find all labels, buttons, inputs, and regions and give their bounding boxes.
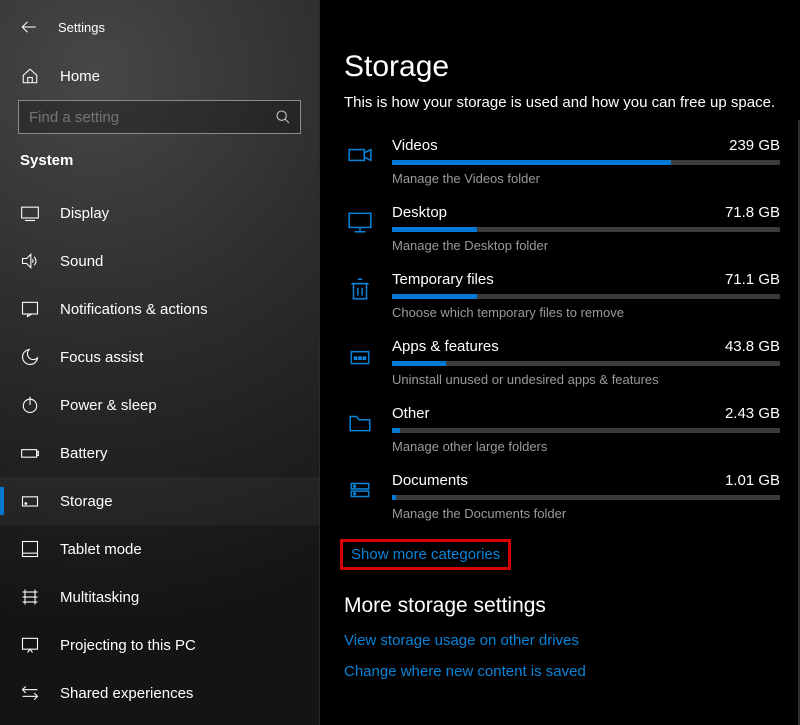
category-desc: Manage other large folders	[392, 439, 780, 454]
link-change-save-location[interactable]: Change where new content is saved	[344, 663, 780, 680]
back-button[interactable]	[18, 16, 40, 38]
main-pane: Storage This is how your storage is used…	[320, 0, 800, 725]
multitasking-icon	[20, 587, 40, 607]
apps-icon	[344, 340, 376, 372]
category-other[interactable]: Other 2.43 GB Manage other large folders	[344, 397, 780, 464]
category-name: Documents	[392, 472, 468, 489]
sidebar-item-label: Storage	[60, 493, 113, 510]
sidebar-item-shared-experiences[interactable]: Shared experiences	[0, 669, 319, 717]
usage-bar	[392, 294, 780, 299]
documents-icon	[344, 474, 376, 506]
category-size: 71.8 GB	[725, 204, 780, 221]
category-size: 1.01 GB	[725, 472, 780, 489]
category-name: Other	[392, 405, 430, 422]
projecting-icon	[20, 635, 40, 655]
nav-list: Display Sound Notifications & actions Fo…	[0, 183, 319, 717]
usage-bar	[392, 227, 780, 232]
focus-assist-icon	[20, 347, 40, 367]
category-size: 71.1 GB	[725, 271, 780, 288]
category-videos[interactable]: Videos 239 GB Manage the Videos folder	[344, 129, 780, 196]
category-desc: Choose which temporary files to remove	[392, 305, 780, 320]
sidebar-item-label: Focus assist	[60, 349, 143, 366]
category-apps-features[interactable]: Apps & features 43.8 GB Uninstall unused…	[344, 330, 780, 397]
usage-bar-fill	[392, 294, 477, 299]
sidebar-item-battery[interactable]: Battery	[0, 429, 319, 477]
titlebar: Settings	[0, 14, 319, 52]
sidebar-item-label: Projecting to this PC	[60, 637, 196, 654]
nav-group-label: System	[0, 150, 319, 183]
link-view-storage-other-drives[interactable]: View storage usage on other drives	[344, 632, 780, 649]
sidebar-item-notifications[interactable]: Notifications & actions	[0, 285, 319, 333]
power-icon	[20, 395, 40, 415]
trash-icon	[344, 273, 376, 305]
sidebar-item-sound[interactable]: Sound	[0, 237, 319, 285]
storage-icon	[20, 491, 40, 511]
page-subtitle: This is how your storage is used and how…	[344, 94, 780, 111]
notifications-icon	[20, 299, 40, 319]
search-input[interactable]	[18, 100, 301, 134]
search-icon	[275, 109, 291, 125]
sidebar-item-projecting[interactable]: Projecting to this PC	[0, 621, 319, 669]
sidebar-item-label: Battery	[60, 445, 108, 462]
sidebar-item-focus-assist[interactable]: Focus assist	[0, 333, 319, 381]
category-temporary-files[interactable]: Temporary files 71.1 GB Choose which tem…	[344, 263, 780, 330]
show-more-categories-link[interactable]: Show more categories	[340, 539, 511, 570]
sidebar-item-storage[interactable]: Storage	[0, 477, 319, 525]
usage-bar-fill	[392, 428, 400, 433]
category-desc: Manage the Desktop folder	[392, 238, 780, 253]
sidebar-item-label: Multitasking	[60, 589, 139, 606]
category-size: 43.8 GB	[725, 338, 780, 355]
home-button[interactable]: Home	[0, 52, 319, 100]
sidebar-item-power-sleep[interactable]: Power & sleep	[0, 381, 319, 429]
category-size: 239 GB	[729, 137, 780, 154]
category-size: 2.43 GB	[725, 405, 780, 422]
sidebar: Settings Home System Display	[0, 0, 320, 725]
category-desc: Uninstall unused or undesired apps & fea…	[392, 372, 780, 387]
home-icon	[20, 66, 40, 86]
home-label: Home	[60, 68, 100, 85]
usage-bar	[392, 495, 780, 500]
category-name: Temporary files	[392, 271, 494, 288]
battery-icon	[20, 443, 40, 463]
usage-bar-fill	[392, 160, 671, 165]
more-storage-heading: More storage settings	[344, 594, 780, 618]
display-icon	[20, 203, 40, 223]
sidebar-item-label: Shared experiences	[60, 685, 193, 702]
tablet-mode-icon	[20, 539, 40, 559]
sidebar-item-label: Power & sleep	[60, 397, 157, 414]
sidebar-item-label: Sound	[60, 253, 103, 270]
desktop-icon	[344, 206, 376, 238]
category-name: Desktop	[392, 204, 447, 221]
search-container	[0, 100, 319, 150]
shared-experiences-icon	[20, 683, 40, 703]
sound-icon	[20, 251, 40, 271]
sidebar-item-label: Notifications & actions	[60, 301, 208, 318]
category-documents[interactable]: Documents 1.01 GB Manage the Documents f…	[344, 464, 780, 531]
usage-bar	[392, 428, 780, 433]
category-desktop[interactable]: Desktop 71.8 GB Manage the Desktop folde…	[344, 196, 780, 263]
usage-bar	[392, 160, 780, 165]
usage-bar-fill	[392, 495, 396, 500]
videos-icon	[344, 139, 376, 171]
sidebar-item-label: Display	[60, 205, 109, 222]
category-desc: Manage the Videos folder	[392, 171, 780, 186]
sidebar-item-tablet-mode[interactable]: Tablet mode	[0, 525, 319, 573]
sidebar-item-multitasking[interactable]: Multitasking	[0, 573, 319, 621]
usage-bar-fill	[392, 227, 477, 232]
sidebar-item-display[interactable]: Display	[0, 189, 319, 237]
usage-bar	[392, 361, 780, 366]
window-title: Settings	[58, 20, 105, 35]
page-title: Storage	[344, 50, 780, 84]
category-desc: Manage the Documents folder	[392, 506, 780, 521]
usage-bar-fill	[392, 361, 446, 366]
sidebar-item-label: Tablet mode	[60, 541, 142, 558]
category-name: Apps & features	[392, 338, 499, 355]
category-name: Videos	[392, 137, 438, 154]
folder-icon	[344, 407, 376, 439]
